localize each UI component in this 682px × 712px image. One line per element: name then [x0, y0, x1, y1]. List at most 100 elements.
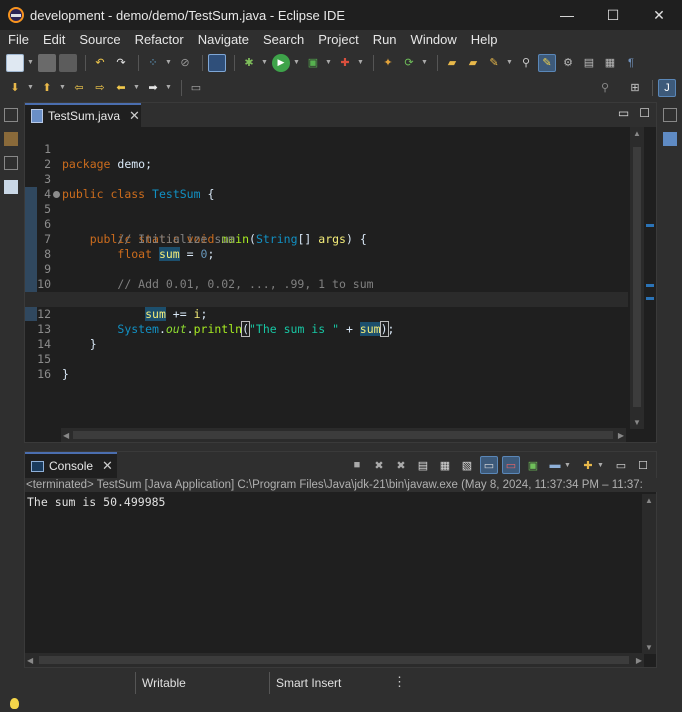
- minimize-button[interactable]: —: [544, 0, 590, 30]
- maximize-button[interactable]: ☐: [590, 0, 636, 30]
- open-perspective-icon[interactable]: ⊞: [626, 79, 644, 97]
- clear-console-icon[interactable]: ▧: [458, 456, 476, 474]
- menu-search[interactable]: Search: [256, 30, 311, 50]
- maximize-icon[interactable]: ☐: [634, 456, 652, 474]
- external-tools-icon[interactable]: ✚: [336, 54, 354, 72]
- fold-toggle-icon[interactable]: [53, 191, 60, 198]
- editor-vertical-scrollbar[interactable]: ▲ ▼: [630, 127, 644, 429]
- undo-icon[interactable]: ↶: [91, 54, 109, 72]
- redo-icon[interactable]: ↷: [112, 54, 130, 72]
- display-console-dropdown-icon[interactable]: ▼: [564, 456, 571, 474]
- open-task-icon[interactable]: ⊘: [176, 54, 194, 72]
- open-console-dropdown-icon[interactable]: ▼: [597, 456, 604, 474]
- scroll-up-icon[interactable]: ▲: [645, 496, 653, 505]
- last-edit-forward-icon[interactable]: ⇨: [91, 79, 109, 97]
- editor-horizontal-scrollbar[interactable]: ◀ ▶: [61, 428, 626, 442]
- minimize-icon[interactable]: ▭: [618, 106, 629, 120]
- menu-refactor[interactable]: Refactor: [128, 30, 191, 50]
- new-dropdown-icon[interactable]: ▼: [27, 54, 34, 72]
- toggle-breadcrumb-icon[interactable]: ⚙: [559, 54, 577, 72]
- save-icon[interactable]: [38, 53, 56, 72]
- code-area[interactable]: 1 package demo; 2 3 public class TestSum…: [25, 127, 628, 429]
- toggle-mark-occurrences-icon[interactable]: ✎: [538, 53, 556, 72]
- maximize-icon[interactable]: ☐: [639, 106, 650, 120]
- run-icon[interactable]: ▶: [272, 53, 290, 72]
- show-on-stdout-icon[interactable]: ▭: [480, 456, 498, 474]
- minimize-icon[interactable]: ▭: [612, 456, 630, 474]
- scrollbar-thumb[interactable]: [39, 656, 629, 664]
- close-icon[interactable]: ✕: [129, 108, 140, 124]
- open-file-icon[interactable]: ▰: [464, 54, 482, 72]
- lightbulb-icon[interactable]: [10, 698, 19, 709]
- restore-icon[interactable]: [4, 108, 18, 122]
- forward-dropdown-icon[interactable]: ▼: [165, 79, 172, 97]
- display-console-icon[interactable]: ▬: [546, 456, 564, 474]
- toggle-breakpoint-icon[interactable]: [208, 53, 226, 72]
- occurrence-marker[interactable]: [646, 284, 654, 287]
- new-java-project-icon[interactable]: ✦: [379, 54, 397, 72]
- console-vertical-scrollbar[interactable]: ▲ ▼: [642, 494, 656, 654]
- new-icon[interactable]: [6, 53, 24, 72]
- menu-project[interactable]: Project: [311, 30, 365, 50]
- menu-file[interactable]: File: [1, 30, 36, 50]
- run-dropdown-icon[interactable]: ▼: [293, 54, 300, 72]
- show-source-icon[interactable]: ▦: [601, 54, 619, 72]
- overview-ruler[interactable]: [644, 127, 656, 429]
- previous-annotation-dropdown-icon[interactable]: ▼: [59, 79, 66, 97]
- java-perspective-icon[interactable]: J: [658, 78, 676, 97]
- open-console-icon[interactable]: ✚: [579, 456, 597, 474]
- open-folder-icon[interactable]: ▰: [443, 54, 461, 72]
- coverage-icon[interactable]: ▣: [304, 54, 322, 72]
- back-dropdown-icon[interactable]: ▼: [133, 79, 140, 97]
- next-annotation-dropdown-icon[interactable]: ▼: [27, 79, 34, 97]
- console-output[interactable]: The sum is 50.499985: [27, 495, 165, 509]
- remove-launch-icon[interactable]: ✖: [370, 456, 388, 474]
- menu-help[interactable]: Help: [464, 30, 505, 50]
- scroll-right-icon[interactable]: ▶: [636, 656, 642, 665]
- outline-icon[interactable]: [4, 180, 18, 194]
- coverage-dropdown-icon[interactable]: ▼: [325, 54, 332, 72]
- new-package-icon[interactable]: ⟳: [400, 54, 418, 72]
- console-tab[interactable]: Console ✕: [25, 452, 117, 478]
- editor-tab-testsum[interactable]: TestSum.java ✕: [25, 103, 141, 127]
- last-edit-icon[interactable]: ⇦: [70, 79, 88, 97]
- previous-annotation-icon[interactable]: ⬆: [38, 79, 56, 97]
- menu-window[interactable]: Window: [404, 30, 464, 50]
- word-wrap-icon[interactable]: ▦: [436, 456, 454, 474]
- menu-source[interactable]: Source: [72, 30, 127, 50]
- show-on-stderr-icon[interactable]: ▭: [502, 456, 520, 474]
- close-icon[interactable]: ✕: [102, 458, 113, 474]
- back-icon[interactable]: ⬅: [112, 79, 130, 97]
- forward-icon[interactable]: ➡: [144, 79, 162, 97]
- brush-icon[interactable]: ✎: [485, 54, 503, 72]
- more-options-icon[interactable]: ⋮: [393, 674, 406, 690]
- restore-icon[interactable]: [4, 156, 18, 170]
- skip-breakpoints-dropdown-icon[interactable]: ▼: [165, 54, 172, 72]
- scroll-right-icon[interactable]: ▶: [618, 431, 624, 440]
- pin-editor-icon[interactable]: ▭: [187, 79, 205, 97]
- debug-icon[interactable]: ✱: [240, 54, 258, 72]
- menu-edit[interactable]: Edit: [36, 30, 72, 50]
- scrollbar-thumb[interactable]: [633, 147, 641, 407]
- skip-breakpoints-icon[interactable]: ⁘: [144, 54, 162, 72]
- occurrence-marker[interactable]: [646, 297, 654, 300]
- scroll-left-icon[interactable]: ◀: [27, 656, 33, 665]
- console-horizontal-scrollbar[interactable]: ◀ ▶: [25, 653, 644, 667]
- close-button[interactable]: ✕: [636, 0, 682, 30]
- pin-console-icon[interactable]: ▣: [524, 456, 542, 474]
- brush-dropdown-icon[interactable]: ▼: [506, 54, 513, 72]
- menu-run[interactable]: Run: [366, 30, 404, 50]
- scroll-up-icon[interactable]: ▲: [633, 129, 641, 138]
- search-icon[interactable]: ⚲: [596, 79, 614, 97]
- remove-all-terminated-icon[interactable]: ✖: [392, 456, 410, 474]
- next-annotation-icon[interactable]: ⬇: [6, 79, 24, 97]
- restore-icon[interactable]: [663, 108, 677, 122]
- new-package-dropdown-icon[interactable]: ▼: [421, 54, 428, 72]
- outline-view-icon[interactable]: [663, 132, 677, 146]
- scroll-down-icon[interactable]: ▼: [633, 418, 641, 427]
- scroll-left-icon[interactable]: ◀: [63, 431, 69, 440]
- search-icon[interactable]: ⚲: [517, 54, 535, 72]
- save-all-icon[interactable]: [59, 53, 77, 72]
- terminate-icon[interactable]: ■: [348, 456, 366, 474]
- scrollbar-thumb[interactable]: [73, 431, 613, 439]
